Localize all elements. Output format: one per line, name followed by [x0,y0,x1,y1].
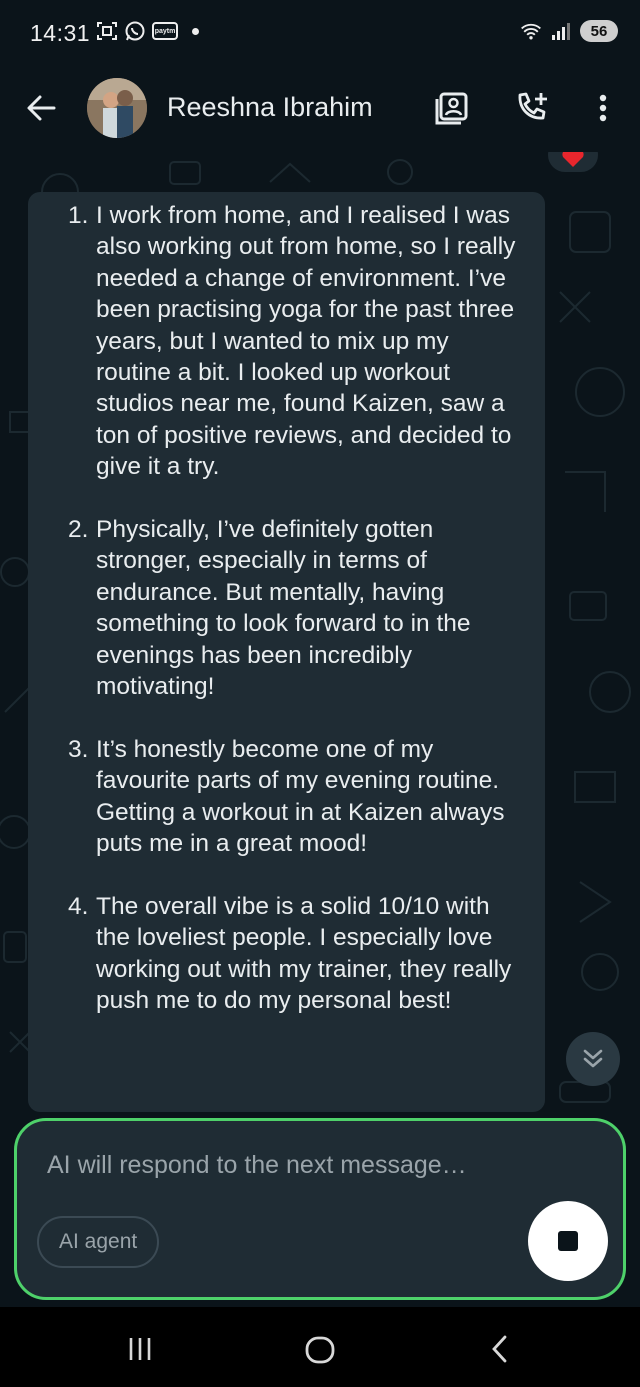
contact-name[interactable]: Reeshna Ibrahim [167,92,373,123]
message-list-item: 3. It’s honestly become one of my favouri… [40,734,530,860]
chevron-left-icon [492,1335,507,1363]
recent-apps-button[interactable] [118,1327,162,1371]
contact-card-button[interactable] [432,88,472,128]
add-call-button[interactable] [512,88,552,128]
notification-dot [192,27,199,35]
double-chevron-down-icon [583,1049,603,1068]
wifi-icon [520,20,542,42]
message-composer[interactable]: AI will respond to the next message… AI … [14,1118,626,1300]
message-list-item: 1. I work from home, and I realised I was… [40,200,530,483]
system-nav-bar [0,1307,640,1387]
message-list-item: 2. Physically, I’ve definitely gotten str… [40,514,530,702]
screenshot-icon [96,20,118,42]
home-icon [305,1336,335,1364]
scroll-to-bottom-button[interactable] [566,1032,620,1086]
signal-icon [550,20,572,42]
contact-avatar[interactable] [87,78,147,138]
status-system-icons: 56 [520,20,618,42]
contact-card-icon [435,92,468,125]
list-item-number: 2. [68,516,89,544]
add-call-icon [518,92,547,120]
battery-level: 56 [580,20,618,42]
list-item-text: I work from home, and I realised I was a… [96,202,516,481]
whatsapp-icon [124,20,146,42]
status-notification-icons: paytm [96,20,199,42]
stop-icon [558,1231,578,1251]
ai-agent-chip[interactable]: AI agent [37,1216,160,1268]
more-vert-icon [599,94,607,122]
status-bar: 14:31 paytm 56 [0,0,640,66]
more-options-button[interactable] [583,88,623,128]
chat-area[interactable]: 1. I work from home, and I realised I was… [0,152,640,1112]
home-button[interactable] [298,1327,342,1371]
reaction-chip[interactable] [548,152,598,172]
message-list-item: 4. The overall vibe is a solid 10/10 with… [40,891,530,1017]
composer-placeholder[interactable]: AI will respond to the next message… [47,1151,467,1180]
status-time: 14:31 [30,20,91,46]
chat-header: Reeshna Ibrahim [0,66,640,152]
list-item-number: 3. [68,735,89,763]
back-button[interactable] [22,88,62,128]
paytm-icon: paytm [152,22,178,40]
message-list: 1. I work from home, and I realised I was… [40,200,530,1048]
arrow-left-icon [27,95,56,121]
list-item-number: 4. [68,892,89,920]
stop-button[interactable] [528,1201,608,1281]
back-nav-button[interactable] [478,1327,522,1371]
list-item-text: It’s honestly become one of my favourite… [96,735,505,858]
recents-icon [129,1338,151,1360]
list-item-text: The overall vibe is a solid 10/10 with t… [96,892,512,1015]
heart-icon [562,152,584,167]
list-item-number: 1. [68,202,89,229]
list-item-text: Physically, I’ve definitely gotten stron… [96,516,471,701]
